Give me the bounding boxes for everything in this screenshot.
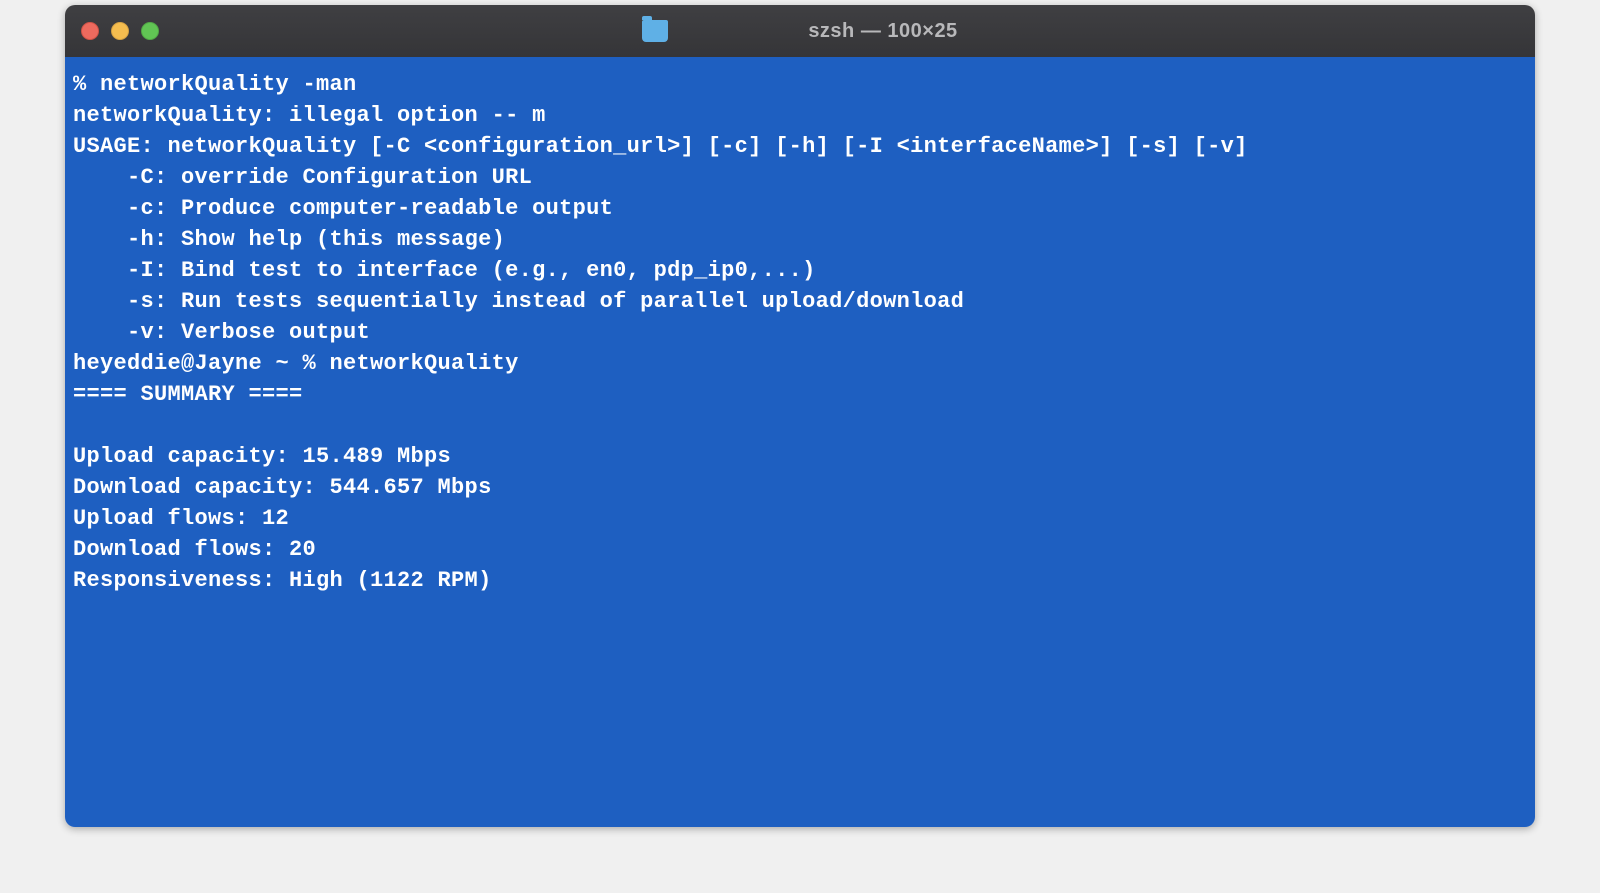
folder-icon[interactable]	[642, 20, 668, 42]
close-icon[interactable]	[81, 22, 99, 40]
terminal-output[interactable]: % networkQuality -man networkQuality: il…	[65, 57, 1535, 827]
window-title: szsh — 100×25	[808, 20, 957, 43]
window-titlebar[interactable]: szsh — 100×25	[65, 5, 1535, 57]
maximize-icon[interactable]	[141, 22, 159, 40]
traffic-lights	[81, 22, 159, 40]
minimize-icon[interactable]	[111, 22, 129, 40]
terminal-window: szsh — 100×25 % networkQuality -man netw…	[65, 5, 1535, 827]
titlebar-center: szsh — 100×25	[65, 20, 1535, 43]
